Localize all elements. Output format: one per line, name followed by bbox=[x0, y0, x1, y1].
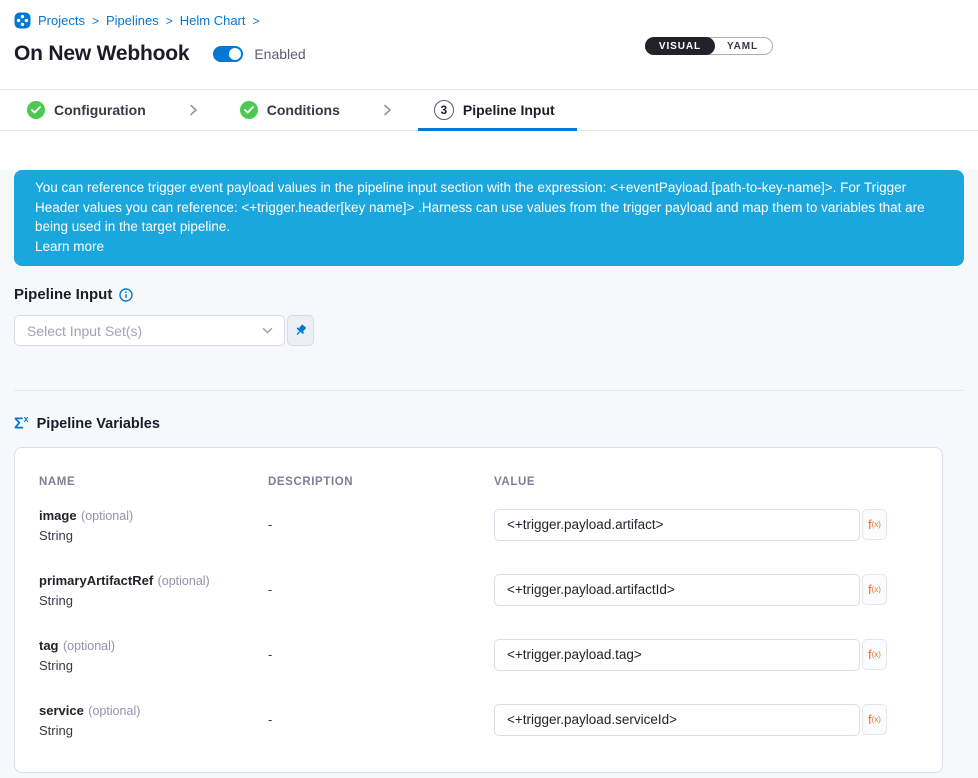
step-number-badge: 3 bbox=[434, 100, 454, 120]
expression-fx-button[interactable]: f(x) bbox=[862, 509, 887, 540]
info-banner-text: You can reference trigger event payload … bbox=[35, 180, 925, 234]
info-icon[interactable] bbox=[119, 288, 133, 302]
learn-more-link[interactable]: Learn more bbox=[35, 237, 940, 257]
column-header-description: DESCRIPTION bbox=[268, 476, 494, 488]
variable-value-cell: f(x) bbox=[494, 509, 918, 541]
breadcrumb-pipelines[interactable]: Pipelines bbox=[106, 13, 159, 28]
expression-fx-button[interactable]: f(x) bbox=[862, 639, 887, 670]
tab-pipeline-input-label: Pipeline Input bbox=[463, 102, 555, 118]
projects-grid-icon bbox=[14, 12, 31, 29]
visual-toggle-button[interactable]: VISUAL bbox=[645, 37, 715, 55]
title-row: On New Webhook Enabled bbox=[14, 42, 964, 66]
enabled-toggle[interactable] bbox=[213, 46, 243, 62]
tab-pipeline-input[interactable]: 3 Pipeline Input bbox=[434, 90, 555, 130]
variable-description: - bbox=[268, 647, 494, 662]
variable-optional-tag: (optional) bbox=[81, 509, 133, 523]
variable-name: primaryArtifactRef bbox=[39, 573, 153, 588]
pipeline-input-title: Pipeline Input bbox=[14, 286, 112, 303]
toggle-knob-icon bbox=[229, 48, 241, 60]
variable-description: - bbox=[268, 517, 494, 532]
input-set-select-row bbox=[14, 315, 964, 346]
column-header-value: VALUE bbox=[494, 476, 918, 488]
variable-description: - bbox=[268, 712, 494, 727]
check-circle-icon bbox=[27, 101, 45, 119]
variable-name-cell: image (optional) String bbox=[39, 507, 268, 543]
variable-value-input[interactable] bbox=[494, 574, 860, 606]
column-header-name: NAME bbox=[39, 476, 268, 488]
breadcrumb-separator: > bbox=[253, 14, 260, 28]
breadcrumb-separator: > bbox=[166, 14, 173, 28]
variable-value-cell: f(x) bbox=[494, 574, 918, 606]
table-row: service (optional) String - f(x) bbox=[39, 691, 918, 748]
page-title: On New Webhook bbox=[14, 42, 189, 66]
breadcrumb: Projects > Pipelines > Helm Chart > bbox=[14, 12, 964, 29]
tab-conditions[interactable]: Conditions bbox=[240, 90, 340, 130]
variable-name-cell: primaryArtifactRef (optional) String bbox=[39, 572, 268, 608]
table-row: tag (optional) String - f(x) bbox=[39, 626, 918, 683]
table-row: primaryArtifactRef (optional) String - f… bbox=[39, 561, 918, 618]
variable-value-cell: f(x) bbox=[494, 639, 918, 671]
tab-configuration[interactable]: Configuration bbox=[27, 90, 146, 130]
variable-value-cell: f(x) bbox=[494, 704, 918, 736]
chevron-down-icon bbox=[261, 324, 274, 337]
variable-type: String bbox=[39, 528, 268, 543]
variable-name-cell: service (optional) String bbox=[39, 702, 268, 738]
breadcrumb-separator: > bbox=[92, 14, 99, 28]
variable-value-input[interactable] bbox=[494, 509, 860, 541]
expression-fx-button[interactable]: f(x) bbox=[862, 704, 887, 735]
page-header: Projects > Pipelines > Helm Chart > On N… bbox=[0, 0, 978, 89]
variable-type: String bbox=[39, 658, 268, 673]
pin-input-set-button[interactable] bbox=[287, 315, 314, 346]
visual-yaml-toggle: VISUAL YAML bbox=[645, 37, 773, 55]
variable-type: String bbox=[39, 723, 268, 738]
info-banner: You can reference trigger event payload … bbox=[14, 170, 964, 266]
pipeline-input-heading: Pipeline Input bbox=[14, 286, 964, 303]
variable-type: String bbox=[39, 593, 268, 608]
pipeline-variables-card: NAME DESCRIPTION VALUE image (optional) … bbox=[14, 447, 943, 773]
pipeline-variables-title: Pipeline Variables bbox=[37, 416, 160, 432]
breadcrumb-projects[interactable]: Projects bbox=[38, 13, 85, 28]
variable-name-cell: tag (optional) String bbox=[39, 637, 268, 673]
variable-name: image bbox=[39, 508, 77, 523]
input-set-select[interactable] bbox=[14, 315, 285, 346]
table-row: image (optional) String - f(x) bbox=[39, 496, 918, 553]
sigma-x-icon: Σx bbox=[14, 415, 29, 432]
main-content: You can reference trigger event payload … bbox=[0, 170, 978, 778]
section-divider bbox=[14, 390, 964, 391]
check-circle-icon bbox=[240, 101, 258, 119]
variable-description: - bbox=[268, 582, 494, 597]
variables-table-header: NAME DESCRIPTION VALUE bbox=[39, 476, 918, 488]
tab-conditions-label: Conditions bbox=[267, 102, 340, 118]
enabled-label: Enabled bbox=[254, 46, 305, 62]
variable-value-input[interactable] bbox=[494, 639, 860, 671]
expression-fx-button[interactable]: f(x) bbox=[862, 574, 887, 605]
wizard-tab-bar: Configuration Conditions 3 Pipeline Inpu… bbox=[0, 89, 978, 131]
chevron-right-icon bbox=[380, 103, 394, 117]
variable-optional-tag: (optional) bbox=[88, 704, 140, 718]
chevron-right-icon bbox=[186, 103, 200, 117]
tab-configuration-label: Configuration bbox=[54, 102, 146, 118]
variable-value-input[interactable] bbox=[494, 704, 860, 736]
variable-name: service bbox=[39, 703, 84, 718]
pipeline-variables-heading: Σx Pipeline Variables bbox=[14, 415, 964, 432]
pushpin-icon bbox=[293, 323, 308, 338]
breadcrumb-helm-chart[interactable]: Helm Chart bbox=[180, 13, 246, 28]
variable-optional-tag: (optional) bbox=[63, 639, 115, 653]
variable-name: tag bbox=[39, 638, 59, 653]
yaml-toggle-button[interactable]: YAML bbox=[713, 37, 772, 55]
input-set-select-input[interactable] bbox=[17, 323, 261, 339]
variable-optional-tag: (optional) bbox=[158, 574, 210, 588]
